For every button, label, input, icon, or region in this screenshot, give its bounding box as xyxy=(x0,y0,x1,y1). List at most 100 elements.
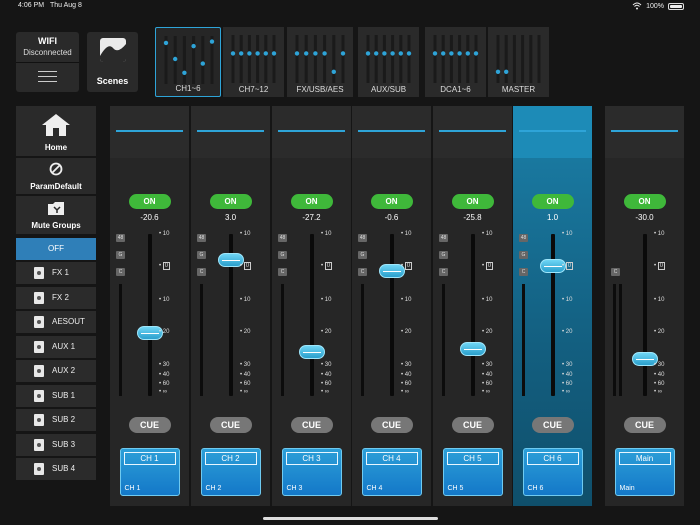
tab-ch1-6[interactable]: CH1~6 xyxy=(155,27,221,97)
on-button[interactable]: ON xyxy=(451,194,494,209)
gate-button[interactable]: G xyxy=(519,251,528,259)
strip-header[interactable] xyxy=(191,106,270,158)
channel-strip-2: ON 3.0 48 G C • 10 • 0 • 10 • 20 • 30 • 40 • 60 • ∞ C… xyxy=(191,106,270,506)
route-sub-1[interactable]: SUB 1 xyxy=(16,384,96,407)
cue-button[interactable]: CUE xyxy=(290,417,333,433)
fader-track[interactable] xyxy=(148,234,152,396)
home-button[interactable]: Home xyxy=(16,106,96,156)
scale-label: • 20 xyxy=(321,329,332,335)
cue-button[interactable]: CUE xyxy=(209,417,252,433)
strip-header[interactable] xyxy=(605,106,684,158)
fader-knob[interactable] xyxy=(460,342,486,357)
strip-name-line xyxy=(197,130,264,132)
scale-label: • 10 xyxy=(240,297,251,303)
scale-label: • 60 xyxy=(562,381,573,387)
tab-aux-sub[interactable]: AUX/SUB xyxy=(358,27,419,97)
cue-button[interactable]: CUE xyxy=(623,417,666,433)
strip-name-line xyxy=(358,130,425,132)
gate-button[interactable]: G xyxy=(197,251,206,259)
on-button[interactable]: ON xyxy=(209,194,252,209)
channel-strip-6: ON 1.0 48 G C • 10 • 0 • 10 • 20 • 30 • 40 • 60 • ∞ C… xyxy=(513,106,592,506)
menu-icon[interactable] xyxy=(38,71,57,83)
phantom-button[interactable]: 48 xyxy=(197,234,206,242)
tab-ch7-12[interactable]: CH7~12 xyxy=(223,27,284,97)
param-default-button[interactable]: ParamDefault xyxy=(16,158,96,194)
mute-groups-button[interactable]: Mute Groups xyxy=(16,196,96,234)
strip-header[interactable] xyxy=(110,106,189,158)
route-sub-3[interactable]: SUB 3 xyxy=(16,433,96,456)
comp-button[interactable]: C xyxy=(611,268,620,276)
comp-button[interactable]: C xyxy=(116,268,125,276)
channel-strip-5: ON -25.8 48 G C • 10 • 0 • 10 • 20 • 30 • 40 • 60 • … xyxy=(433,106,512,506)
gain-value: 1.0 xyxy=(546,213,559,222)
gate-button[interactable]: G xyxy=(358,251,367,259)
scale-label: • 10 xyxy=(482,297,493,303)
status-date: Thu Aug 8 xyxy=(50,2,82,9)
gain-value: 3.0 xyxy=(224,213,237,222)
tab-fx-usb-aes[interactable]: FX/USB/AES xyxy=(287,27,353,97)
route-aux-1[interactable]: AUX 1 xyxy=(16,335,96,358)
strip-header[interactable] xyxy=(513,106,592,158)
scale-label: • 60 xyxy=(240,381,251,387)
comp-button[interactable]: C xyxy=(439,268,448,276)
strip-header[interactable] xyxy=(433,106,512,158)
gate-button[interactable]: G xyxy=(439,251,448,259)
gain-value: -27.2 xyxy=(302,213,321,222)
comp-button[interactable]: C xyxy=(519,268,528,276)
gate-button[interactable]: G xyxy=(116,251,125,259)
cue-button[interactable]: CUE xyxy=(128,417,171,433)
scale-label: • 10 xyxy=(401,297,412,303)
scenes-button[interactable]: Scenes xyxy=(87,32,138,92)
route-label: FX 2 xyxy=(52,292,69,302)
channel-name-box[interactable]: CH 5 CH 5 xyxy=(442,448,503,496)
wifi-panel[interactable]: WIFI Disconnected xyxy=(16,32,79,92)
cue-button[interactable]: CUE xyxy=(451,417,494,433)
channel-strip-4: ON -0.6 48 G C • 10 • 0 • 10 • 20 • 30 • 40 • 60 • ∞… xyxy=(352,106,431,506)
channel-name-box[interactable]: CH 4 CH 4 xyxy=(361,448,422,496)
phantom-button[interactable]: 48 xyxy=(358,234,367,242)
off-button[interactable]: OFF xyxy=(16,238,96,260)
route-aesout[interactable]: AESOUT xyxy=(16,311,96,333)
on-button[interactable]: ON xyxy=(370,194,413,209)
route-sub-2[interactable]: SUB 2 xyxy=(16,409,96,431)
fader-track[interactable] xyxy=(643,234,647,396)
phantom-button[interactable]: 48 xyxy=(439,234,448,242)
channel-name-box[interactable]: CH 2 CH 2 xyxy=(200,448,261,496)
scale-label: • 30 xyxy=(654,362,665,368)
on-button[interactable]: ON xyxy=(128,194,171,209)
fader-track[interactable] xyxy=(471,234,475,396)
phantom-button[interactable]: 48 xyxy=(278,234,287,242)
channel-name-box[interactable]: CH 3 CH 3 xyxy=(281,448,342,496)
scale-label: • ∞ xyxy=(562,389,571,395)
phantom-button[interactable]: 48 xyxy=(519,234,528,242)
scenes-label: Scenes xyxy=(96,76,129,86)
phantom-button[interactable]: 48 xyxy=(116,234,125,242)
route-sub-4[interactable]: SUB 4 xyxy=(16,458,96,480)
scale-label: • 60 xyxy=(654,381,665,387)
strip-header[interactable] xyxy=(272,106,351,158)
cue-button[interactable]: CUE xyxy=(370,417,413,433)
channel-name-box[interactable]: CH 6 CH 6 xyxy=(522,448,583,496)
cue-button[interactable]: CUE xyxy=(531,417,574,433)
comp-button[interactable]: C xyxy=(358,268,367,276)
strip-header[interactable] xyxy=(352,106,431,158)
route-fx-2[interactable]: FX 2 xyxy=(16,286,96,309)
channel-name-box[interactable]: Main Main xyxy=(614,448,675,496)
on-button[interactable]: ON xyxy=(290,194,333,209)
on-button[interactable]: ON xyxy=(623,194,666,209)
tab-fader-icon xyxy=(294,35,346,83)
fader-track[interactable] xyxy=(390,234,394,396)
gate-button[interactable]: G xyxy=(278,251,287,259)
tab-dca1-6[interactable]: DCA1~6 xyxy=(425,27,486,97)
comp-button[interactable]: C xyxy=(197,268,206,276)
level-meter xyxy=(200,284,203,396)
fader-track[interactable] xyxy=(310,234,314,396)
on-button[interactable]: ON xyxy=(531,194,574,209)
route-fx-1[interactable]: FX 1 xyxy=(16,262,96,284)
route-aux-2[interactable]: AUX 2 xyxy=(16,360,96,382)
tab-master[interactable]: MASTER xyxy=(488,27,549,97)
channel-label: CH 2 xyxy=(204,452,257,465)
fader-knob[interactable] xyxy=(299,345,325,359)
channel-name-box[interactable]: CH 1 CH 1 xyxy=(119,448,180,496)
comp-button[interactable]: C xyxy=(278,268,287,276)
